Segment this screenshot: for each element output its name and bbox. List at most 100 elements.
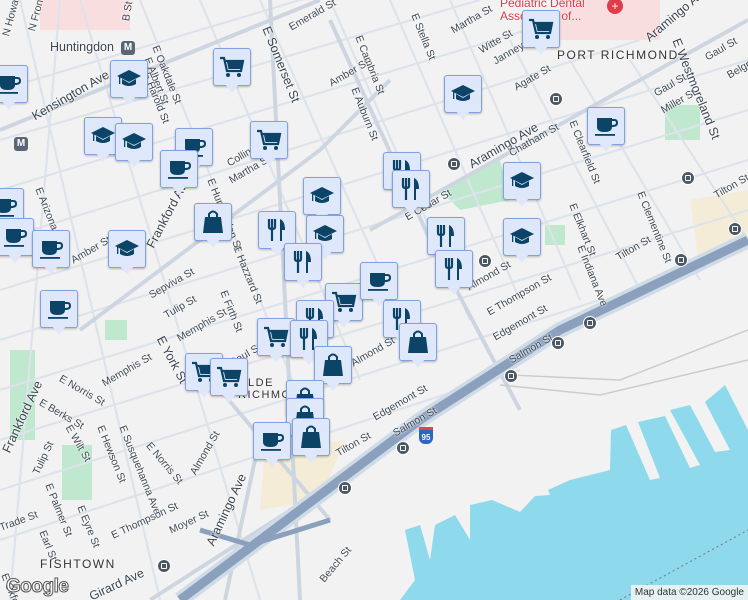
fork-knife-icon xyxy=(267,219,285,241)
shopping-marker[interactable] xyxy=(194,203,232,249)
metro-station-icon[interactable]: M xyxy=(121,41,135,55)
transit-stop-icon[interactable] xyxy=(674,253,688,267)
marker-box xyxy=(194,203,232,241)
transit-stop-icon[interactable] xyxy=(396,441,410,455)
transit-stop-icon[interactable] xyxy=(504,369,518,383)
school-marker[interactable] xyxy=(444,75,482,121)
map-canvas[interactable]: N Howard N Front St B St Huntingdon M M … xyxy=(0,0,748,600)
marker-pointer xyxy=(326,382,340,391)
marker-pointer xyxy=(515,254,529,263)
school-icon xyxy=(310,187,334,203)
marker-pointer xyxy=(2,101,16,110)
marker-box xyxy=(210,358,248,396)
marker-box xyxy=(444,75,482,113)
grocery-marker[interactable] xyxy=(522,10,560,56)
shopping-bag-icon xyxy=(301,425,321,448)
marker-box xyxy=(292,418,330,456)
school-marker[interactable] xyxy=(503,218,541,264)
cafe-marker[interactable] xyxy=(253,422,291,468)
grocery-marker[interactable] xyxy=(250,121,288,167)
transit-stop-icon[interactable] xyxy=(157,559,171,573)
school-icon xyxy=(510,228,534,244)
marker-box xyxy=(108,230,146,268)
restaurant-marker[interactable] xyxy=(392,170,430,216)
grocery-marker[interactable] xyxy=(213,48,251,94)
marker-pointer xyxy=(122,96,136,105)
shopping-cart-icon xyxy=(264,326,289,347)
marker-box xyxy=(399,323,437,361)
marker-pointer xyxy=(534,46,548,55)
school-icon xyxy=(122,133,146,149)
transit-stop-icon[interactable] xyxy=(338,481,352,495)
marker-box xyxy=(392,170,430,208)
marker-box xyxy=(0,65,28,103)
marker-pointer xyxy=(456,111,470,120)
map-attribution[interactable]: Map data ©2026 Google xyxy=(630,585,748,600)
coffee-cup-icon xyxy=(0,199,18,217)
marker-pointer xyxy=(262,157,276,166)
marker-pointer xyxy=(269,354,283,363)
marker-box xyxy=(110,60,148,98)
marker-pointer xyxy=(96,153,110,162)
fork-knife-icon xyxy=(293,251,311,273)
school-marker[interactable] xyxy=(110,60,148,106)
cafe-marker[interactable] xyxy=(40,290,78,336)
shopping-bag-icon xyxy=(408,330,428,353)
marker-pointer xyxy=(222,394,236,403)
transit-stop-icon[interactable] xyxy=(728,222,742,236)
neighborhood-label: PORT RICHMOND xyxy=(557,48,679,62)
transit-stop-icon[interactable] xyxy=(583,316,597,330)
cafe-marker[interactable] xyxy=(0,218,34,264)
transit-stop-icon[interactable] xyxy=(478,254,492,268)
marker-box xyxy=(360,262,398,300)
cafe-marker[interactable] xyxy=(587,107,625,153)
school-icon xyxy=(91,127,115,143)
school-marker[interactable] xyxy=(503,162,541,208)
school-marker[interactable] xyxy=(108,230,146,276)
coffee-cup-icon xyxy=(48,301,72,319)
shopping-marker[interactable] xyxy=(292,418,330,464)
marker-box xyxy=(503,218,541,256)
marker-pointer xyxy=(447,286,461,295)
marker-pointer xyxy=(404,206,418,215)
cafe-marker[interactable] xyxy=(0,65,28,111)
grocery-marker[interactable] xyxy=(210,358,248,404)
park xyxy=(105,320,127,340)
marker-pointer xyxy=(270,247,284,256)
marker-box xyxy=(587,107,625,145)
marker-box xyxy=(284,243,322,281)
school-marker[interactable] xyxy=(115,123,153,169)
cafe-marker[interactable] xyxy=(160,150,198,196)
marker-box xyxy=(522,10,560,48)
coffee-cup-icon xyxy=(168,161,192,179)
transit-stop-icon[interactable] xyxy=(551,336,565,350)
marker-box xyxy=(303,177,341,215)
marker-pointer xyxy=(206,239,220,248)
marker-box xyxy=(40,290,78,328)
marker-box xyxy=(213,48,251,86)
coffee-cup-icon xyxy=(0,76,22,94)
transit-stop-icon[interactable] xyxy=(681,171,695,185)
shopping-cart-icon xyxy=(257,129,282,150)
fork-knife-icon xyxy=(444,258,462,280)
marker-pointer xyxy=(172,186,186,195)
rail-line xyxy=(499,359,748,396)
transit-stop-icon[interactable] xyxy=(447,157,461,171)
shopping-cart-icon xyxy=(332,291,357,312)
metro-station-icon[interactable]: M xyxy=(14,137,28,151)
coffee-cup-icon xyxy=(368,273,392,291)
shopping-cart-icon xyxy=(217,366,242,387)
neighborhood-label: FISHTOWN xyxy=(40,557,116,571)
cafe-marker[interactable] xyxy=(32,230,70,276)
transit-stop-icon[interactable] xyxy=(549,92,563,106)
coffee-cup-icon xyxy=(40,241,64,259)
marker-box xyxy=(435,250,473,288)
restaurant-marker[interactable] xyxy=(435,250,473,296)
marker-pointer xyxy=(8,254,22,263)
restaurant-marker[interactable] xyxy=(284,243,322,289)
marker-pointer xyxy=(296,279,310,288)
shopping-cart-icon xyxy=(529,18,554,39)
fork-knife-icon xyxy=(436,225,454,247)
shopping-marker[interactable] xyxy=(399,323,437,369)
marker-box xyxy=(32,230,70,268)
